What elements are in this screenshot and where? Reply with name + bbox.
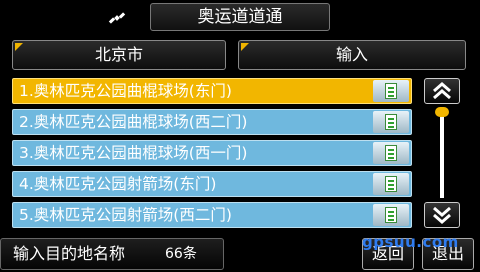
list-item-label: 3.奥林匹克公园曲棍球场(西一门) <box>19 144 248 162</box>
input-button[interactable]: 输入 <box>238 40 466 70</box>
document-icon <box>385 114 397 130</box>
detail-button[interactable] <box>373 111 409 133</box>
list-item[interactable]: 4.奥林匹克公园射箭场(东门) <box>12 171 412 197</box>
scroll-thumb[interactable] <box>435 107 449 117</box>
list-item[interactable]: 5.奥林匹克公园射箭场(西二门) <box>12 202 412 228</box>
list-item-label: 4.奥林匹克公园射箭场(东门) <box>19 175 217 193</box>
city-label: 北京市 <box>94 45 143 64</box>
status-bar: 输入目的地名称 66条 <box>0 238 224 270</box>
detail-button[interactable] <box>373 80 409 102</box>
detail-button[interactable] <box>373 142 409 164</box>
destination-prompt: 输入目的地名称 <box>13 244 126 263</box>
document-icon <box>385 83 397 99</box>
scroll-up-button[interactable] <box>424 78 460 104</box>
double-chevron-down-icon <box>433 206 451 224</box>
detail-button[interactable] <box>373 204 409 226</box>
list-item[interactable]: 3.奥林匹克公园曲棍球场(西一门) <box>12 140 412 166</box>
result-count: 66条 <box>165 246 197 262</box>
detail-button[interactable] <box>373 173 409 195</box>
list-item[interactable]: 2.奥林匹克公园曲棍球场(西二门) <box>12 109 412 135</box>
list-item[interactable]: 1.奥林匹克公园曲棍球场(东门) <box>12 78 412 104</box>
double-chevron-up-icon <box>433 82 451 100</box>
document-icon <box>385 207 397 223</box>
corner-marker-icon <box>241 43 249 51</box>
list-item-label: 2.奥林匹克公园曲棍球场(西二门) <box>19 113 248 131</box>
scroll-track[interactable] <box>440 108 444 198</box>
satellite-icon <box>108 12 126 24</box>
header-bar: 奥运道道通 <box>0 0 480 36</box>
list-item-label: 1.奥林匹克公园曲棍球场(东门) <box>19 82 232 100</box>
list-item-label: 5.奥林匹克公园射箭场(西二门) <box>19 206 232 224</box>
watermark: gpsuu.com <box>362 233 459 251</box>
input-label: 输入 <box>335 45 368 64</box>
city-select-button[interactable]: 北京市 <box>12 40 226 70</box>
document-icon <box>385 145 397 161</box>
scroll-down-button[interactable] <box>424 202 460 228</box>
document-icon <box>385 176 397 192</box>
page-title: 奥运道道通 <box>150 3 330 31</box>
corner-marker-icon <box>15 43 23 51</box>
